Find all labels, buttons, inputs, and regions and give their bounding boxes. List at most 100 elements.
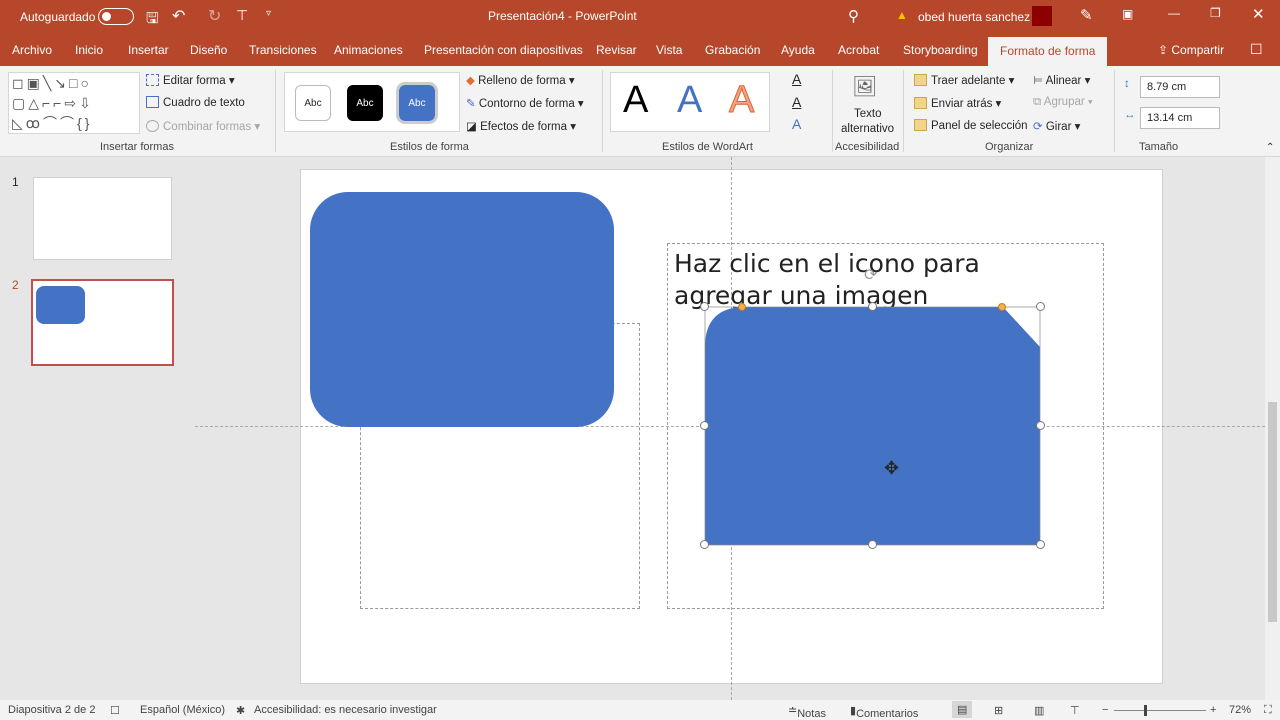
- text-outline-icon[interactable]: A: [792, 94, 801, 110]
- height-input[interactable]: 8.79 cm: [1140, 76, 1220, 98]
- notes-label: Notas: [797, 708, 826, 720]
- alt-text-line1[interactable]: Texto: [854, 108, 882, 120]
- undo-icon[interactable]: ↶: [172, 6, 185, 26]
- wordart-orange[interactable]: A: [728, 79, 754, 122]
- backward-label: Enviar atrás: [931, 98, 993, 110]
- thumb-shape: [36, 286, 85, 324]
- slideshow-view-icon[interactable]: ⊤: [1070, 704, 1080, 717]
- tab-acrobat[interactable]: Acrobat: [838, 43, 879, 57]
- pen-icon[interactable]: ✎: [1080, 6, 1093, 24]
- save-icon[interactable]: 🖫: [146, 8, 159, 33]
- restore-icon[interactable]: ❐: [1210, 6, 1221, 20]
- move-cursor-icon: ✥: [884, 458, 900, 478]
- zoom-slider[interactable]: [1114, 705, 1206, 716]
- reading-view-icon[interactable]: ▥: [1034, 704, 1044, 717]
- zoom-level[interactable]: 72%: [1229, 704, 1251, 716]
- resize-handle[interactable]: [868, 302, 877, 311]
- comments-icon[interactable]: ☐: [1250, 41, 1263, 58]
- redo-icon[interactable]: ↻: [208, 6, 221, 26]
- tab-inicio[interactable]: Inicio: [75, 43, 103, 57]
- vertical-scrollbar[interactable]: [1265, 157, 1280, 700]
- style-white[interactable]: Abc: [295, 85, 331, 121]
- comments-button[interactable]: ▮ Comentarios: [850, 704, 918, 720]
- style-black[interactable]: Abc: [347, 85, 383, 121]
- snip-round-rectangle[interactable]: [705, 307, 1040, 545]
- zoom-in-icon[interactable]: +: [1210, 704, 1216, 716]
- textbox-button[interactable]: Cuadro de texto: [146, 96, 245, 109]
- tab-archivo[interactable]: Archivo: [12, 43, 52, 57]
- align-button[interactable]: ⊨ Alinear ▾: [1033, 73, 1090, 87]
- resize-handle[interactable]: [1036, 302, 1045, 311]
- combine-shapes-button[interactable]: Combinar formas ▾: [146, 119, 260, 133]
- group-button[interactable]: ⧉ Agrupar ▾: [1033, 96, 1093, 109]
- minimize-icon[interactable]: —: [1168, 6, 1180, 20]
- bring-forward-button[interactable]: Traer adelante ▾: [914, 73, 1014, 87]
- rounded-rectangle-shape[interactable]: [310, 192, 614, 427]
- tab-ayuda[interactable]: Ayuda: [781, 43, 815, 57]
- fit-slide-icon[interactable]: ⛶: [1264, 704, 1272, 717]
- resize-handle[interactable]: [700, 540, 709, 549]
- tab-diseno[interactable]: Diseño: [190, 43, 227, 57]
- wordart-black[interactable]: A: [623, 79, 648, 122]
- sorter-view-icon[interactable]: ⊞: [994, 704, 1003, 717]
- tab-transiciones[interactable]: Transiciones: [249, 43, 317, 57]
- accessibility-icon[interactable]: ✱: [236, 704, 245, 717]
- slide-indicator: Diapositiva 2 de 2: [8, 704, 96, 716]
- search-icon[interactable]: ⚲: [848, 7, 859, 25]
- autosave-toggle[interactable]: [98, 8, 134, 25]
- share-button[interactable]: ⇪ Compartir: [1158, 43, 1224, 57]
- avatar[interactable]: [1032, 6, 1052, 26]
- collapse-ribbon-icon[interactable]: ⌃: [1266, 142, 1274, 153]
- shape-fill-button[interactable]: ◆ Relleno de forma ▾: [466, 73, 575, 87]
- accessibility-status[interactable]: Accesibilidad: es necesario investigar: [254, 704, 437, 716]
- notes-check-icon[interactable]: ☐: [110, 704, 120, 717]
- shape-outline-button[interactable]: ✎ Contorno de forma ▾: [466, 96, 584, 110]
- rotate-button[interactable]: ⟳ Girar ▾: [1033, 119, 1080, 133]
- rotate-handle-icon[interactable]: ⟳: [864, 265, 877, 285]
- ribbon-display-icon[interactable]: ▣: [1122, 7, 1133, 21]
- tab-formato-de-forma[interactable]: Formato de forma: [988, 37, 1108, 66]
- tab-grabacion[interactable]: Grabación: [705, 43, 760, 57]
- present-icon[interactable]: ⊤: [236, 7, 248, 24]
- send-backward-button[interactable]: Enviar atrás ▾: [914, 96, 1001, 110]
- resize-handle[interactable]: [700, 302, 709, 311]
- zoom-out-icon[interactable]: −: [1102, 704, 1108, 716]
- style-blue[interactable]: Abc: [396, 82, 438, 124]
- text-fill-icon[interactable]: A: [792, 71, 801, 87]
- text-effects-icon[interactable]: A: [792, 116, 801, 132]
- customize-icon[interactable]: ▿: [266, 8, 271, 19]
- share-label: Compartir: [1171, 43, 1225, 57]
- scrollbar-thumb[interactable]: [1268, 402, 1277, 622]
- group-label: Agrupar: [1043, 96, 1085, 108]
- notes-button[interactable]: ≐ Notas: [788, 704, 826, 720]
- alt-text-icon[interactable]: 🖼: [852, 74, 877, 99]
- wordart-gallery[interactable]: A A A: [610, 72, 770, 132]
- adjust-handle[interactable]: [738, 303, 746, 311]
- tab-insertar[interactable]: Insertar: [128, 43, 169, 57]
- close-icon[interactable]: ✕: [1252, 5, 1265, 23]
- tab-vista[interactable]: Vista: [656, 43, 682, 57]
- resize-handle[interactable]: [1036, 421, 1045, 430]
- shape-styles-gallery[interactable]: Abc Abc Abc: [284, 72, 460, 132]
- edit-shape-button[interactable]: Editar forma ▾: [146, 73, 235, 87]
- shapes-gallery[interactable]: ◻▣╲↘□○ ▢△⌐⌐⇨⇩ ◺ꝏ⌒⌒{}: [8, 72, 140, 134]
- wordart-blue[interactable]: A: [677, 79, 702, 122]
- resize-handle[interactable]: [868, 540, 877, 549]
- tab-presentacion[interactable]: Presentación con diapositivas: [424, 43, 583, 57]
- adjust-handle[interactable]: [998, 303, 1006, 311]
- resize-handle[interactable]: [700, 421, 709, 430]
- width-input[interactable]: 13.14 cm: [1140, 107, 1220, 129]
- tab-animaciones[interactable]: Animaciones: [334, 43, 403, 57]
- normal-view-icon[interactable]: ▤: [952, 701, 973, 718]
- slide-thumb-2[interactable]: [31, 279, 174, 366]
- slide-thumb-1[interactable]: [33, 177, 172, 260]
- shape-effects-button[interactable]: ◪ Efectos de forma ▾: [466, 119, 576, 133]
- resize-handle[interactable]: [1036, 540, 1045, 549]
- language[interactable]: Español (México): [140, 704, 225, 716]
- zoom-slider-thumb[interactable]: [1144, 705, 1147, 716]
- tab-storyboarding[interactable]: Storyboarding: [903, 43, 978, 57]
- selection-pane-button[interactable]: Panel de selección: [914, 119, 1028, 132]
- alt-text-line2[interactable]: alternativo: [841, 123, 894, 135]
- user-name[interactable]: obed huerta sanchez: [918, 10, 1030, 24]
- tab-revisar[interactable]: Revisar: [596, 43, 637, 57]
